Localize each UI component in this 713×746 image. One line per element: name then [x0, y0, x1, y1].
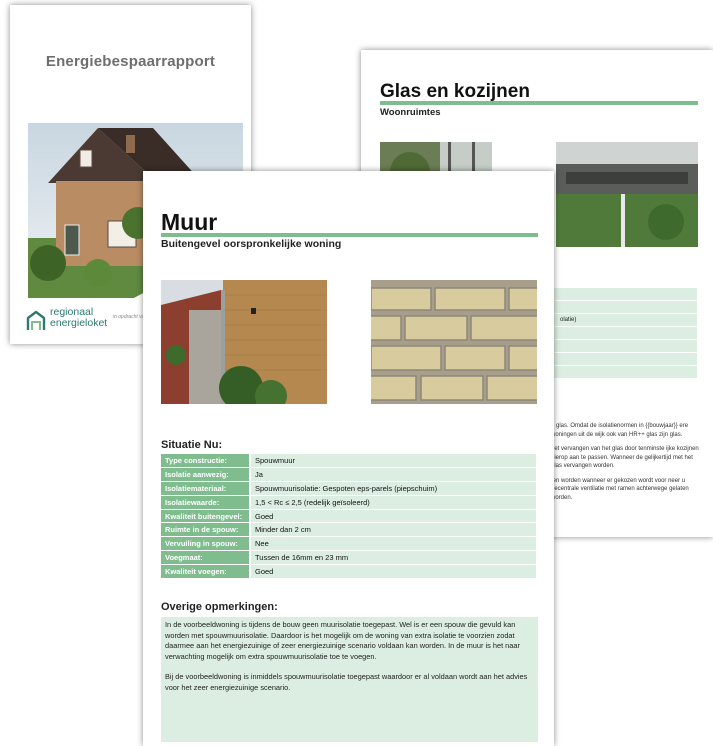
table-row: Voegmaat: Tussen de 16mm en 23 mm [161, 550, 538, 566]
table-row: Isolatiemateriaal: Spouwmuurisolatie: Ges… [161, 481, 538, 496]
row-label: Vervuiling in spouw: [161, 536, 251, 552]
table-row: Isolatiewaarde: 1,5 < Rc ≤ 2,5 (redelijk … [161, 495, 538, 510]
situation-title: Situatie Nu: [161, 439, 223, 451]
table-row: Type constructie: Spouwmuur [161, 454, 538, 468]
row-label: Isolatiemateriaal: [161, 481, 251, 496]
table-row: Ruimte in de spouw: Minder dan 2 cm [161, 522, 538, 538]
table-row: Kwaliteit buitengevel: Goed [161, 509, 538, 524]
row-label: Isolatiewaarde: [161, 495, 251, 510]
row-value: 1,5 < Rc ≤ 2,5 (redelijk geïsoleerd) [250, 495, 538, 510]
title-underline [161, 233, 538, 237]
table-row: Kwaliteit voegen: Goed [161, 564, 538, 580]
table-cell: olatie) [560, 317, 577, 323]
facade-photo [161, 280, 327, 404]
title-underline [380, 101, 698, 105]
row-value: Minder dan 2 cm [250, 522, 538, 538]
row-label: Ruimte in de spouw: [161, 522, 251, 538]
glass-page-subtitle: Woonruimtes [380, 107, 441, 118]
table-row: Isolatie aanwezig: Ja [161, 467, 538, 482]
wall-page-subtitle: Buitengevel oorspronkelijke woning [161, 238, 342, 250]
row-label: Isolatie aanwezig: [161, 467, 251, 482]
row-value: Goed [250, 564, 538, 580]
row-value: Ja [250, 467, 538, 482]
row-value: Nee [250, 536, 538, 552]
ventilation-grille-photo [556, 142, 698, 247]
row-label: Type constructie: [161, 454, 251, 468]
note-paragraph: het vervangen van het glas door tenminst… [551, 446, 699, 469]
situation-table: Type constructie: Spouwmuur Isolatie aanw… [161, 454, 538, 580]
row-label: Voegmaat: [161, 550, 251, 566]
brickwork-closeup-photo [371, 280, 537, 404]
table-row: Vervuiling in spouw: Nee [161, 536, 538, 552]
row-label: Kwaliteit voegen: [161, 564, 251, 580]
wall-page: Muur Buitengevel oorspronkelijke woning … [143, 171, 554, 746]
cover-title: Energiebespaarrapport [45, 53, 216, 70]
row-value: Tussen de 16mm en 23 mm [250, 550, 538, 566]
house-logo-icon [26, 310, 46, 330]
row-value: Goed [250, 509, 538, 524]
logo-text: regionaal energieloket [50, 307, 107, 329]
row-value: Spouwmuurisolatie: Gespoten eps-parels (… [250, 481, 538, 496]
glass-notes: o glas. Omdat de isolatienormen in {{bou… [551, 422, 701, 508]
note-paragraph: o glas. Omdat de isolatienormen in {{bou… [551, 423, 689, 438]
row-value: Spouwmuur [250, 454, 538, 468]
wall-page-title: Muur [161, 209, 218, 235]
glass-page-title: Glas en kozijnen [380, 81, 530, 102]
logo-line-2: energieloket [50, 317, 108, 329]
remarks-title: Overige opmerkingen: [161, 601, 278, 613]
note-paragraph: ten worden wanneer er gekozen wordt voor… [551, 477, 689, 501]
remarks-box: In de voorbeeldwoning is tijdens de bouw… [161, 617, 538, 742]
row-label: Kwaliteit buitengevel: [161, 509, 251, 524]
remarks-paragraph: In de voorbeeldwoning is tijdens de bouw… [165, 620, 520, 661]
remarks-paragraph: Bij de voorbeeldwoning is inmiddels spou… [165, 672, 528, 692]
